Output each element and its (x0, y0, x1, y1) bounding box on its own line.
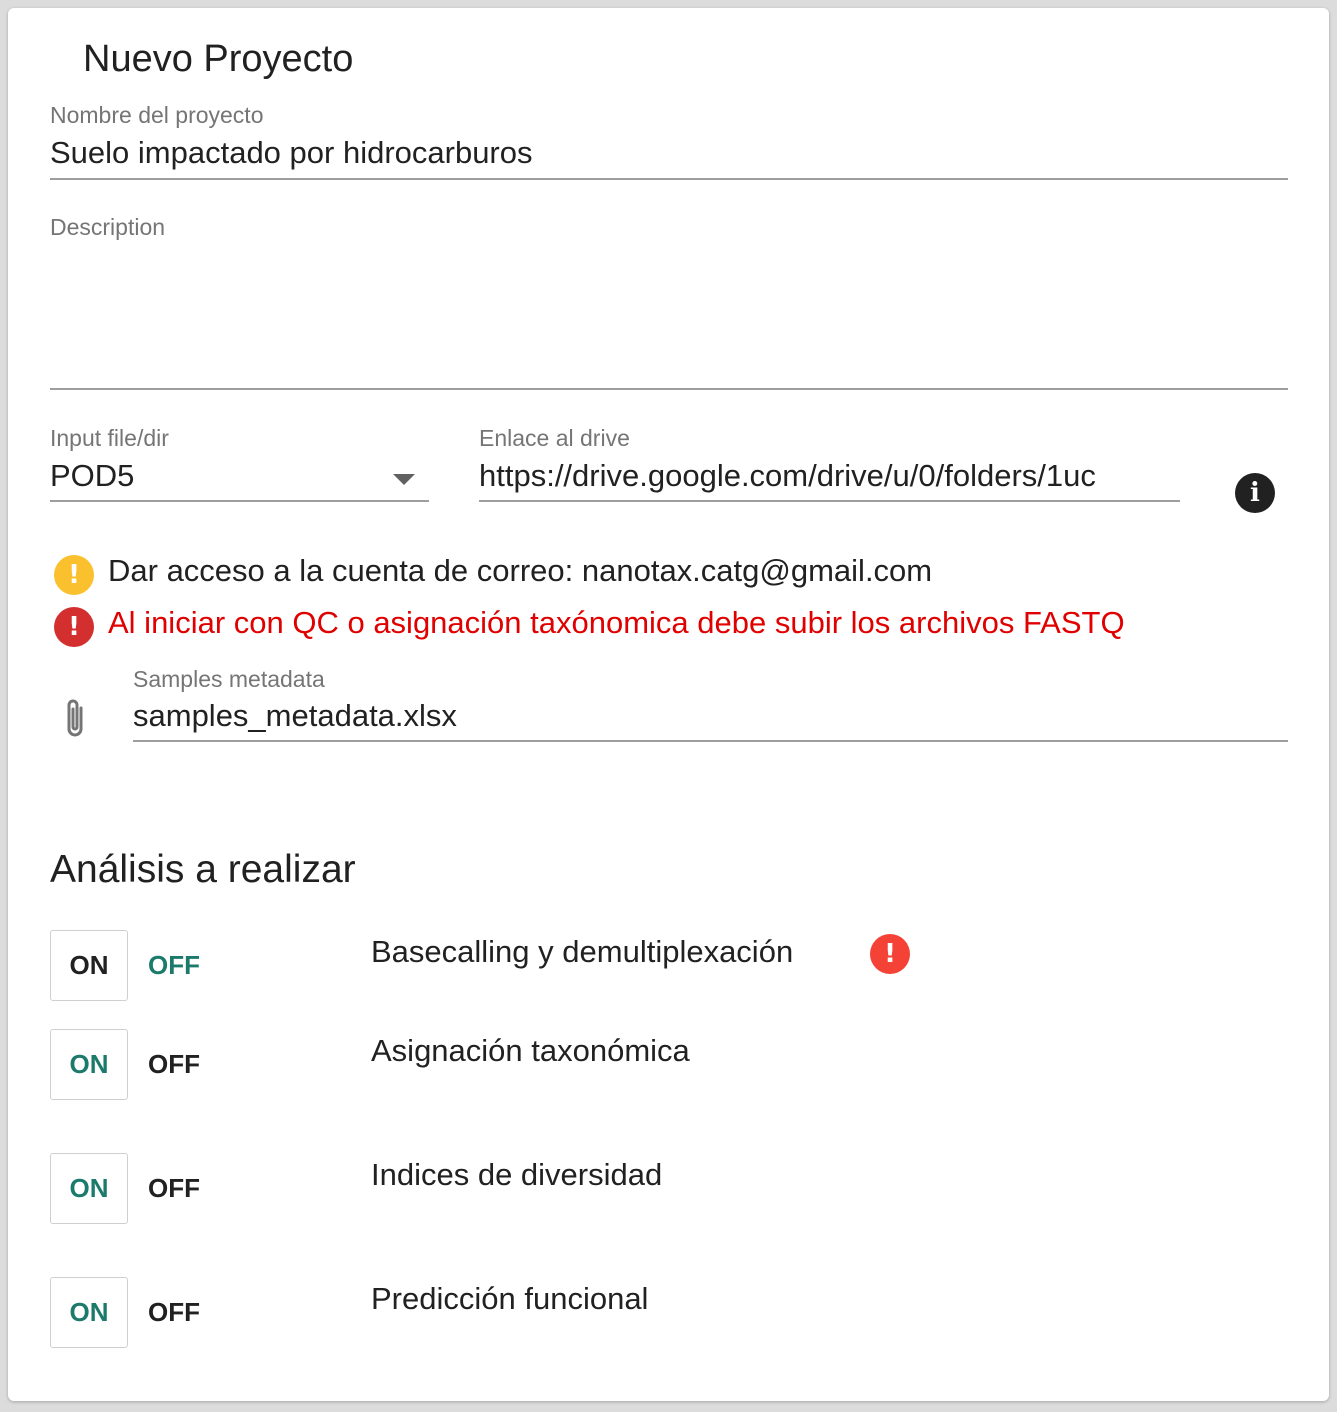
diversity-off-toggle[interactable]: OFF (148, 1153, 226, 1224)
basecalling-error-icon: ! (870, 934, 910, 974)
drive-link-underline (479, 500, 1180, 502)
samples-metadata-input[interactable]: samples_metadata.xlsx (133, 698, 1288, 734)
functional-label: Predicción funcional (371, 1281, 649, 1316)
access-notice-text: Dar acceso a la cuenta de correo: nanota… (108, 553, 933, 588)
analysis-section-title: Análisis a realizar (50, 848, 356, 891)
project-name-input[interactable]: Suelo impactado por hidrocarburos (50, 135, 1286, 171)
description-textarea[interactable] (50, 248, 1288, 386)
diversity-label: Indices de diversidad (371, 1157, 663, 1192)
page-title: Nuevo Proyecto (83, 38, 354, 80)
input-type-value: POD5 (50, 458, 135, 493)
info-icon[interactable]: i (1235, 473, 1275, 513)
basecalling-off-toggle[interactable]: OFF (148, 930, 226, 1001)
drive-link-input[interactable]: https://drive.google.com/drive/u/0/folde… (479, 458, 1180, 494)
input-type-label: Input file/dir (50, 425, 169, 451)
project-name-label: Nombre del proyecto (50, 102, 264, 128)
drive-link-label: Enlace al drive (479, 425, 630, 451)
basecalling-label: Basecalling y demultiplexación (371, 934, 794, 969)
taxonomy-on-toggle[interactable]: ON (50, 1029, 128, 1100)
diversity-on-toggle[interactable]: ON (50, 1153, 128, 1224)
functional-on-toggle[interactable]: ON (50, 1277, 128, 1348)
chevron-down-icon (393, 474, 415, 485)
functional-off-toggle[interactable]: OFF (148, 1277, 226, 1348)
samples-metadata-underline (133, 740, 1288, 742)
paperclip-icon[interactable] (58, 696, 92, 742)
warning-icon: ! (54, 555, 94, 595)
description-label: Description (50, 214, 166, 240)
taxonomy-label: Asignación taxonómica (371, 1033, 690, 1068)
basecalling-on-toggle[interactable]: ON (50, 930, 128, 1001)
input-type-underline (50, 500, 429, 502)
new-project-card: Nuevo Proyecto Nombre del proyecto Suelo… (8, 8, 1329, 1401)
input-type-select[interactable]: POD5 (50, 456, 429, 501)
project-name-underline (50, 178, 1288, 180)
error-icon: ! (54, 607, 94, 647)
taxonomy-off-toggle[interactable]: OFF (148, 1029, 226, 1100)
samples-metadata-label: Samples metadata (133, 666, 325, 692)
fastq-error-text: Al iniciar con QC o asignación taxónomic… (108, 605, 1125, 640)
description-underline (50, 388, 1288, 390)
